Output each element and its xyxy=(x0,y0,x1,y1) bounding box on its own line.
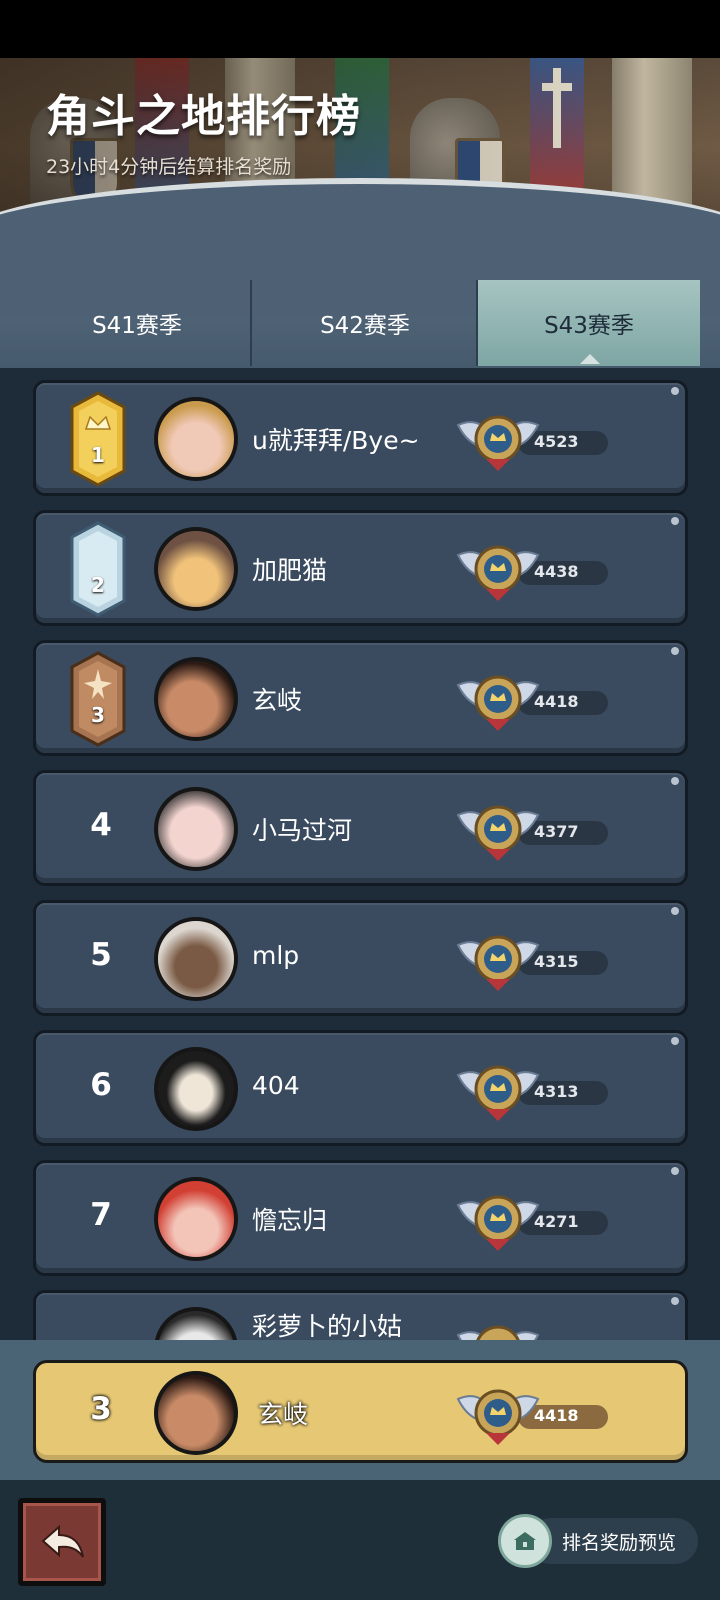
own-avatar[interactable] xyxy=(154,1371,238,1455)
corner-dot xyxy=(671,647,679,655)
own-player-name: 玄岐 xyxy=(258,1400,309,1429)
screen: 角斗之地排行榜 23小时4分钟后结算排名奖励 S41赛季 S42赛季 S43赛季… xyxy=(0,0,720,1600)
avatar[interactable] xyxy=(154,1177,238,1261)
avatar[interactable] xyxy=(154,1047,238,1131)
avatar[interactable] xyxy=(154,1307,238,1340)
own-score: 4418 xyxy=(534,1406,579,1425)
player-name: u就拜拜/Bye~ xyxy=(252,426,420,455)
tab-s41[interactable]: S41赛季 xyxy=(24,280,250,366)
rank-badge-icon xyxy=(456,545,540,601)
player-name: 404 xyxy=(252,1071,300,1100)
rank-badge-icon xyxy=(456,415,540,471)
score: 4377 xyxy=(534,822,579,841)
rank-badge-icon xyxy=(456,1325,540,1340)
player-name: 玄岐 xyxy=(252,686,303,715)
player-name: 憺忘归 xyxy=(252,1206,328,1235)
leaderboard-row[interactable]: 7 憺忘归 4271 xyxy=(33,1160,688,1276)
reward-chest-icon xyxy=(498,1514,552,1568)
silver-moon-medal-icon xyxy=(70,521,126,617)
leaderboard-row[interactable]: 6 404 4313 xyxy=(33,1030,688,1146)
rank-number: 7 xyxy=(90,1197,112,1233)
score: 4438 xyxy=(534,562,579,581)
own-rank-number: 3 xyxy=(90,1391,112,1427)
rank-badge-icon xyxy=(456,805,540,861)
corner-dot xyxy=(671,517,679,525)
rank-badge-icon xyxy=(456,1389,540,1445)
corner-dot xyxy=(671,1167,679,1175)
leaderboard-row[interactable]: 4 小马过河 4377 xyxy=(33,770,688,886)
bottom-bar: 排名奖励预览 xyxy=(0,1480,720,1600)
rank-badge-icon xyxy=(456,675,540,731)
avatar[interactable] xyxy=(154,657,238,741)
score: 4418 xyxy=(534,692,579,711)
rank-number: 6 xyxy=(90,1067,112,1103)
player-name: 彩萝卜的小姑 xyxy=(252,1312,403,1340)
rank-badge-icon xyxy=(456,1195,540,1251)
avatar[interactable] xyxy=(154,787,238,871)
rank-number: 3 xyxy=(91,703,105,727)
selected-tab-caret xyxy=(580,354,600,364)
reward-preview-button[interactable]: 排名奖励预览 xyxy=(498,1514,698,1570)
gold-crown-medal-icon xyxy=(70,391,126,487)
score: 4313 xyxy=(534,1082,579,1101)
player-name: 小马过河 xyxy=(252,816,353,845)
rank-number: 5 xyxy=(90,937,112,973)
back-arrow-icon xyxy=(41,1524,84,1558)
back-button[interactable] xyxy=(18,1498,106,1586)
leaderboard-row[interactable]: 3 玄岐 4418 xyxy=(33,640,688,756)
score: 4271 xyxy=(534,1212,579,1231)
leaderboard-row[interactable]: 2 加肥猫 4438 xyxy=(33,510,688,626)
rank-number: 1 xyxy=(91,443,105,467)
player-name: 加肥猫 xyxy=(252,556,328,585)
corner-dot xyxy=(671,777,679,785)
player-name: mlp xyxy=(252,941,300,970)
avatar[interactable] xyxy=(154,527,238,611)
rank-badge-icon xyxy=(456,935,540,991)
season-tabs: S41赛季 S42赛季 S43赛季 xyxy=(0,178,720,368)
leaderboard-row[interactable]: 5 mlp 4315 xyxy=(33,900,688,1016)
tab-s42[interactable]: S42赛季 xyxy=(252,280,478,366)
rank-badge-icon xyxy=(456,1065,540,1121)
corner-dot xyxy=(671,1297,679,1305)
avatar[interactable] xyxy=(154,917,238,1001)
corner-dot xyxy=(671,1037,679,1045)
leaderboard-list[interactable]: 1 u就拜拜/Bye~ 4523 2 加肥猫 4438 3 玄岐 4418 4 … xyxy=(0,368,720,1340)
leaderboard-row[interactable]: 1 u就拜拜/Bye~ 4523 xyxy=(33,380,688,496)
status-bar xyxy=(0,0,720,58)
avatar[interactable] xyxy=(154,397,238,481)
own-rank-row[interactable]: 3 玄岐 4418 xyxy=(33,1360,688,1463)
settlement-countdown: 23小时4分钟后结算排名奖励 xyxy=(46,156,292,178)
reward-preview-label: 排名奖励预览 xyxy=(562,1532,677,1554)
corner-dot xyxy=(671,907,679,915)
corner-dot xyxy=(671,387,679,395)
score: 4523 xyxy=(534,432,579,451)
score: 4315 xyxy=(534,952,579,971)
page-title: 角斗之地排行榜 xyxy=(46,91,361,142)
rank-number: 2 xyxy=(91,573,105,597)
bronze-star-medal-icon xyxy=(70,651,126,747)
rank-number: 4 xyxy=(90,807,112,843)
leaderboard-row[interactable]: 彩萝卜的小姑 xyxy=(33,1290,688,1340)
